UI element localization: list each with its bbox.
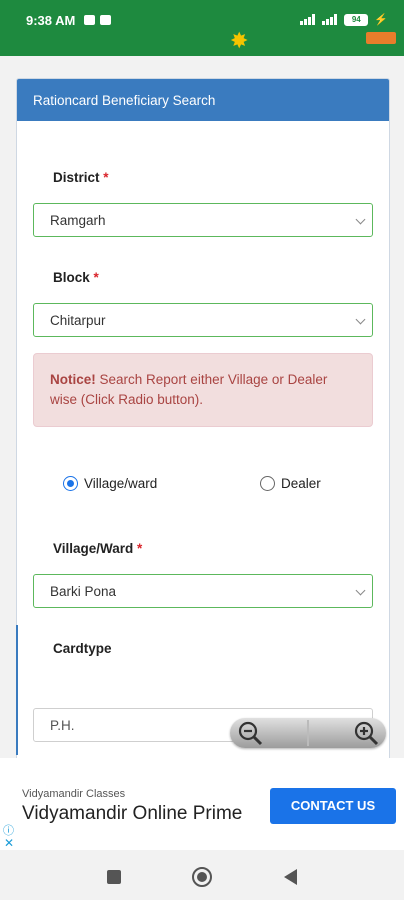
- district-value: Ramgarh: [50, 213, 106, 228]
- district-label: District *: [53, 170, 109, 185]
- charging-icon: ⚡: [374, 14, 388, 26]
- block-label: Block *: [53, 270, 99, 285]
- chevron-down-icon: [355, 314, 366, 325]
- signal-icon: [322, 14, 338, 25]
- radio-label: Village/ward: [84, 476, 158, 491]
- home-button[interactable]: [192, 867, 212, 887]
- starburst-icon: ✸: [230, 28, 249, 53]
- youtube-icon: [100, 15, 111, 25]
- system-nav-bar: [0, 850, 404, 900]
- recent-apps-button[interactable]: [107, 870, 121, 884]
- back-button[interactable]: [284, 869, 297, 885]
- radio-village-ward[interactable]: Village/ward: [63, 476, 157, 491]
- notice-heading: Notice!: [50, 372, 96, 387]
- cardtype-label: Cardtype: [53, 641, 112, 656]
- cardtype-value: P.H.: [50, 718, 75, 733]
- panel-accent: [16, 625, 18, 755]
- chevron-down-icon: [355, 585, 366, 596]
- contact-us-button[interactable]: CONTACT US: [270, 788, 396, 824]
- ad-advertiser: Vidyamandir Classes: [22, 788, 126, 800]
- status-bar: 9:38 AM 94 ⚡: [0, 0, 404, 40]
- radio-label: Dealer: [281, 476, 321, 491]
- zoom-out-button[interactable]: [230, 718, 270, 748]
- status-time: 9:38 AM: [26, 13, 76, 28]
- banner-button[interactable]: [366, 32, 396, 44]
- zoom-in-button[interactable]: [346, 718, 386, 748]
- zoom-divider: [307, 720, 309, 746]
- zoom-control: [230, 718, 386, 748]
- ad-headline[interactable]: Vidyamandir Online Prime: [22, 803, 242, 825]
- ad-banner[interactable]: Vidyamandir Classes Vidyamandir Online P…: [0, 758, 404, 850]
- required-mark: *: [137, 541, 143, 556]
- zoom-out-icon: [238, 721, 263, 746]
- village-label: Village/Ward *: [53, 541, 143, 556]
- radio-selected-icon[interactable]: [63, 476, 78, 491]
- battery-icon: 94: [344, 13, 369, 26]
- chevron-down-icon: [355, 214, 366, 225]
- district-select[interactable]: Ramgarh: [33, 203, 373, 237]
- radio-unselected-icon[interactable]: [260, 476, 275, 491]
- zoom-in-icon: [354, 721, 379, 746]
- block-select[interactable]: Chitarpur: [33, 303, 373, 337]
- notice-alert: Notice! Search Report either Village or …: [33, 353, 373, 427]
- required-mark: *: [93, 270, 99, 285]
- village-select[interactable]: Barki Pona: [33, 574, 373, 608]
- block-value: Chitarpur: [50, 313, 106, 328]
- ad-close-icon[interactable]: ✕: [4, 836, 14, 850]
- required-mark: *: [103, 170, 109, 185]
- top-banner-ad[interactable]: [0, 40, 404, 56]
- panel-title: Rationcard Beneficiary Search: [17, 79, 389, 121]
- radio-dealer[interactable]: Dealer: [260, 476, 321, 491]
- youtube-icon: [84, 15, 95, 25]
- village-value: Barki Pona: [50, 584, 117, 599]
- signal-icon: [300, 14, 316, 25]
- status-indicators: 94 ⚡: [300, 13, 388, 26]
